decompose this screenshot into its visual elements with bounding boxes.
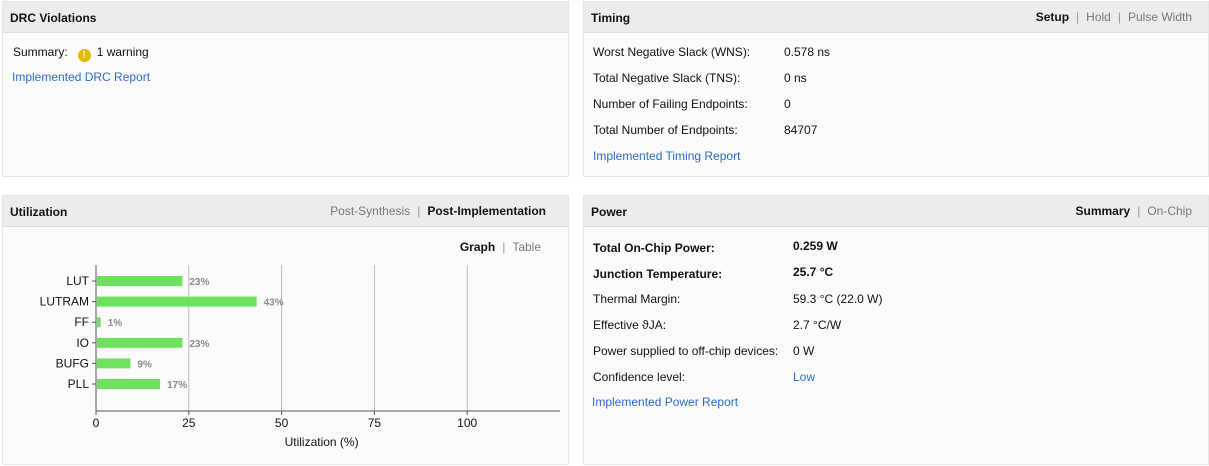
- drc-violations-panel: DRC Violations Summary:! 1 warning Implem…: [2, 1, 569, 177]
- power-panel-title: Power: [591, 205, 628, 219]
- power-panel-header: Power Summary | On-Chip: [584, 196, 1208, 227]
- chart-bar: [97, 317, 101, 328]
- power-off-chip-label: Power supplied to off-chip devices:: [593, 344, 779, 358]
- tab-summary[interactable]: Summary: [1075, 204, 1130, 218]
- utilization-panel: Utilization Post-Synthesis | Post-Implemen…: [2, 195, 569, 465]
- chart-x-axis-label: Utilization (%): [285, 435, 359, 449]
- tab-separator: |: [1137, 204, 1141, 218]
- timing-tns-value: 0 ns: [784, 71, 807, 85]
- chart-bar: [97, 379, 161, 389]
- tab-setup[interactable]: Setup: [1036, 10, 1069, 24]
- tab-pulse-width[interactable]: Pulse Width: [1128, 10, 1192, 24]
- chart-data-label: 1%: [108, 318, 123, 329]
- chart-x-tick-label: 75: [368, 416, 382, 430]
- chart-category-label: LUT: [66, 274, 89, 288]
- timing-tabs: Setup | Hold | Pulse Width: [1036, 10, 1192, 24]
- utilization-panel-header: Utilization Post-Synthesis | Post-Implemen…: [3, 196, 568, 227]
- utilization-tabs: Post-Synthesis | Post-Implementation: [330, 204, 546, 218]
- drc-panel-header: DRC Violations: [3, 2, 568, 33]
- timing-panel-header: Timing Setup | Hold | Pulse Width: [584, 2, 1208, 33]
- timing-panel-title: Timing: [591, 11, 631, 25]
- chart-data-label: 23%: [189, 339, 209, 350]
- power-effective-theta-ja-value: 2.7 °C/W: [793, 318, 842, 332]
- utilization-panel-title: Utilization: [10, 205, 68, 219]
- chart-x-tick-label: 50: [275, 416, 289, 430]
- chart-category-label: IO: [76, 336, 89, 350]
- power-effective-theta-ja-label: Effective ϑJA:: [593, 318, 667, 332]
- chart-category-label: BUFG: [56, 356, 89, 370]
- tab-post-synthesis[interactable]: Post-Synthesis: [330, 204, 410, 218]
- timing-total-endpoints-label: Total Number of Endpoints:: [593, 123, 738, 137]
- timing-tns-label: Total Negative Slack (TNS):: [593, 71, 741, 85]
- chart-bar: [97, 337, 183, 348]
- drc-summary-value: 1 warning: [96, 45, 149, 59]
- chart-category-label: PLL: [68, 377, 90, 391]
- power-thermal-margin-label: Thermal Margin:: [593, 292, 681, 306]
- utilization-chart: 0 25 50 75 100 LUT 23% LUTRAM 43% FF 1% IO 23% BUFG 9%…: [40, 265, 560, 449]
- power-report-link[interactable]: Implemented Power Report: [592, 395, 738, 409]
- power-tabs: Summary | On-Chip: [1075, 204, 1192, 218]
- drc-summary-label: Summary:: [13, 45, 68, 59]
- chart-category-label: FF: [74, 315, 89, 329]
- tab-separator: |: [1117, 10, 1121, 24]
- tab-on-chip[interactable]: On-Chip: [1147, 204, 1192, 218]
- warning-icon: !: [77, 49, 91, 62]
- chart-data-label: 9%: [137, 359, 152, 370]
- timing-failing-endpoints-label: Number of Failing Endpoints:: [593, 97, 748, 111]
- tab-post-implementation[interactable]: Post-Implementation: [427, 204, 546, 218]
- power-panel: Power Summary | On-Chip Total On-Chip Powe…: [583, 195, 1209, 465]
- chart-data-label: 17%: [167, 380, 187, 391]
- drc-report-link[interactable]: Implemented DRC Report: [12, 70, 150, 84]
- power-junction-temp-value: 25.7 °C: [793, 265, 834, 279]
- chart-data-label: 43%: [264, 298, 284, 309]
- chart-bar: [97, 358, 131, 369]
- tab-separator: |: [1076, 10, 1080, 24]
- power-total-label: Total On-Chip Power:: [593, 241, 715, 255]
- power-total-value: 0.259 W: [793, 239, 838, 253]
- chart-bar: [97, 296, 257, 307]
- power-off-chip-value: 0 W: [793, 344, 815, 358]
- drc-panel-title: DRC Violations: [10, 11, 97, 25]
- timing-report-link[interactable]: Implemented Timing Report: [593, 149, 740, 163]
- timing-total-endpoints-value: 84707: [784, 123, 818, 137]
- chart-data-label: 23%: [189, 277, 209, 288]
- chart-x-tick-label: 25: [182, 416, 196, 430]
- power-junction-temp-label: Junction Temperature:: [593, 267, 723, 281]
- power-confidence-label: Confidence level:: [593, 370, 686, 384]
- chart-x-tick-label: 0: [93, 416, 100, 430]
- chart-bar: [97, 276, 183, 286]
- timing-failing-endpoints-value: 0: [784, 97, 791, 111]
- tab-separator: |: [417, 204, 421, 218]
- chart-category-label: LUTRAM: [40, 295, 89, 309]
- timing-wns-label: Worst Negative Slack (WNS):: [593, 45, 751, 59]
- chart-x-tick-label: 100: [457, 416, 477, 430]
- tab-hold[interactable]: Hold: [1086, 10, 1111, 24]
- power-confidence-value[interactable]: Low: [793, 370, 815, 384]
- timing-wns-value: 0.578 ns: [784, 45, 831, 59]
- drc-summary-row: Summary:! 1 warning: [13, 45, 149, 62]
- timing-panel: Timing Setup | Hold | Pulse Width Worst Nega…: [583, 1, 1209, 177]
- power-thermal-margin-value: 59.3 °C (22.0 W): [793, 292, 883, 306]
